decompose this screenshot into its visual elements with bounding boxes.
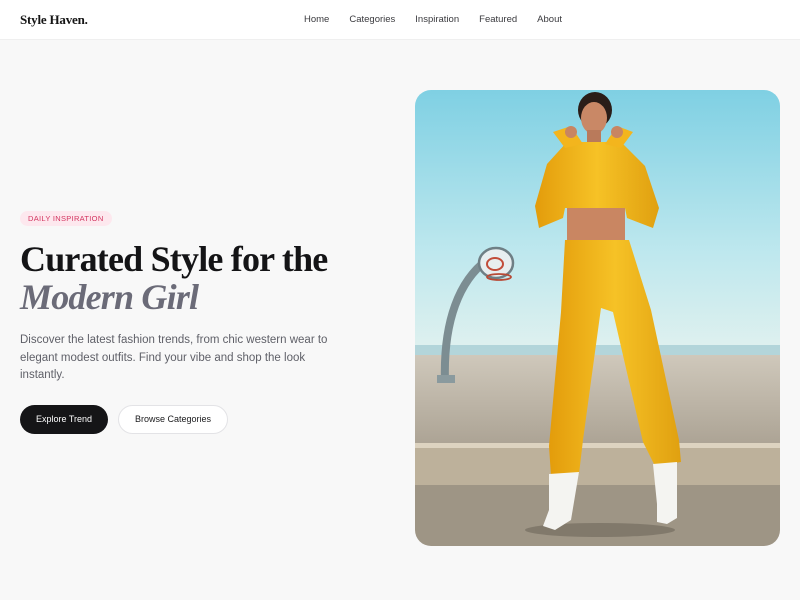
hero-photo-illustration bbox=[415, 90, 780, 546]
nav-link-about[interactable]: About bbox=[537, 14, 562, 25]
brand-logo[interactable]: Style Haven. bbox=[20, 12, 88, 28]
nav-link-featured[interactable]: Featured bbox=[479, 14, 517, 25]
hero-headline: Curated Style for the Modern Girl bbox=[20, 240, 380, 316]
hero-actions: Explore Trend Browse Categories bbox=[20, 404, 380, 434]
browse-categories-button[interactable]: Browse Categories bbox=[118, 404, 228, 434]
nav-link-categories[interactable]: Categories bbox=[349, 14, 395, 25]
headline-line-1: Curated Style for the bbox=[20, 239, 328, 279]
headline-line-2: Modern Girl bbox=[20, 277, 199, 317]
hero-description: Discover the latest fashion trends, from… bbox=[20, 334, 328, 381]
court-ground bbox=[415, 355, 780, 455]
basketball-hoop bbox=[477, 246, 515, 281]
nav-link-inspiration[interactable]: Inspiration bbox=[415, 14, 459, 25]
daily-inspiration-badge: DAILY INSPIRATION bbox=[20, 211, 112, 226]
top-navigation-bar: Style Haven. Home Categories Inspiration… bbox=[0, 0, 800, 40]
hero-image bbox=[415, 90, 780, 546]
nav-link-home[interactable]: Home bbox=[304, 14, 329, 25]
explore-trend-button[interactable]: Explore Trend bbox=[20, 404, 108, 434]
hero-text-section: DAILY INSPIRATION Curated Style for the … bbox=[20, 208, 380, 434]
main-nav: Home Categories Inspiration Featured Abo… bbox=[304, 14, 562, 25]
